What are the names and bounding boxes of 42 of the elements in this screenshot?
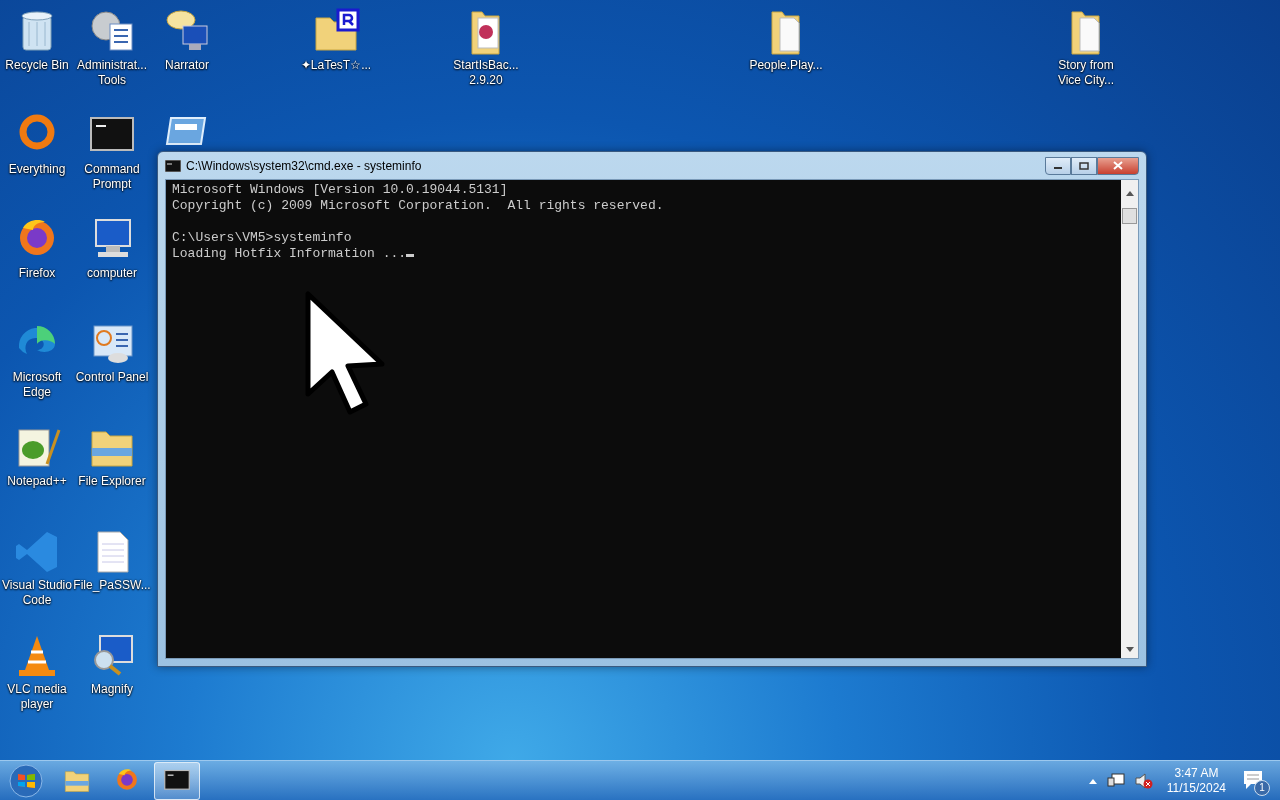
- icon-label[interactable]: File_PaSSW...: [73, 578, 151, 593]
- time-text: 3:47 AM: [1174, 765, 1219, 781]
- icon-label[interactable]: Everything: [8, 162, 66, 177]
- show-hidden-icons-icon[interactable]: [1088, 777, 1097, 784]
- scroll-down-icon: [1125, 647, 1134, 653]
- close-button[interactable]: [1097, 156, 1139, 175]
- console-line: Loading Hotfix Information ...: [172, 246, 407, 261]
- start-button[interactable]: [6, 761, 46, 800]
- console-line: Copyright (c) 2009 Microsoft Corporation. All rights reserved.: [172, 198, 664, 213]
- icon-label[interactable]: StartIsBac... 2.9.20: [447, 58, 525, 88]
- muted-speaker-icon[interactable]: [1134, 772, 1153, 789]
- icon-label[interactable]: Firefox: [18, 266, 56, 281]
- taskbar-app-button[interactable]: [154, 761, 200, 800]
- maximize-button[interactable]: [1071, 156, 1097, 175]
- notifications-button[interactable]: 1: [1240, 765, 1270, 796]
- scroll-bar[interactable]: [1121, 180, 1138, 658]
- icon-label[interactable]: Microsoft Edge: [0, 370, 76, 400]
- icon-label[interactable]: computer: [87, 266, 137, 281]
- maximize-icon: [1079, 161, 1089, 170]
- terminal-icon: [165, 159, 181, 172]
- icon-label[interactable]: Story from Vice City...: [1047, 58, 1125, 88]
- icon-label[interactable]: Notepad++: [7, 474, 67, 489]
- icon-label[interactable]: ✦LaTesT☆...: [300, 58, 372, 73]
- icon-label[interactable]: Magnify: [91, 682, 133, 697]
- icon-label[interactable]: File Explorer: [78, 474, 146, 489]
- console-line: C:\Users\VM5>systeminfo: [172, 230, 352, 245]
- network-icon[interactable]: [1106, 772, 1125, 789]
- icon-label[interactable]: VLC media player: [0, 682, 76, 712]
- icon-label[interactable]: Recycle Bin: [5, 58, 69, 73]
- icon-label[interactable]: Administrat... Tools: [73, 58, 151, 88]
- icon-label[interactable]: Control Panel: [75, 370, 149, 385]
- icon-label[interactable]: People.Play...: [749, 58, 823, 73]
- icon-label[interactable]: Narrator: [165, 58, 209, 73]
- text-cursor: [406, 254, 415, 257]
- clock[interactable]: 3:47 AM 11/15/2024: [1162, 765, 1230, 796]
- date-text: 11/15/2024: [1166, 780, 1226, 796]
- scroll-thumb[interactable]: [1122, 208, 1137, 224]
- console-line: Microsoft Windows [Version 10.0.19044.5131]: [172, 182, 508, 197]
- close-icon: [1113, 161, 1123, 170]
- window-title: C:\Windows\system32\cmd.exe - systeminfo: [186, 158, 423, 173]
- icon-label[interactable]: Command Prompt: [73, 162, 151, 192]
- minimize-button[interactable]: [1045, 156, 1071, 175]
